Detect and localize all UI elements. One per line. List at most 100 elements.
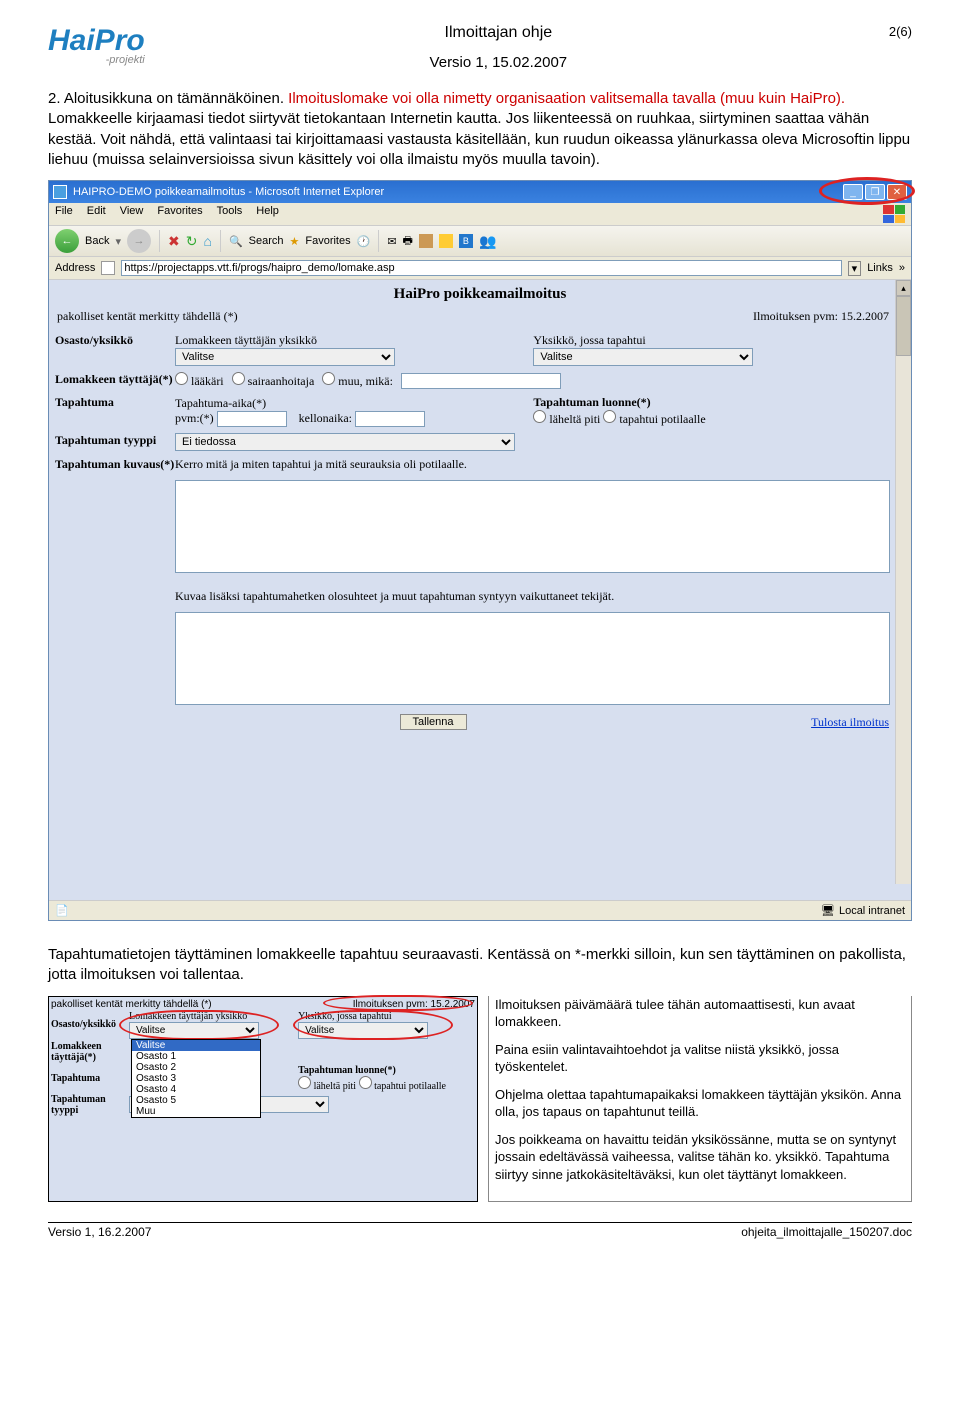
save-button[interactable]: Tallenna bbox=[400, 714, 467, 730]
section2-paragraph: Tapahtumatietojen täyttäminen lomakkeell… bbox=[48, 945, 912, 986]
browser-toolbar: ← Back ▾ → ✖ ↻ ⌂ 🔍 Search ★ Favorites 🕐 … bbox=[49, 226, 911, 257]
pvm-label: pvm:(*) bbox=[175, 411, 214, 425]
kello-input[interactable] bbox=[355, 411, 425, 427]
history-icon[interactable]: 🕐 bbox=[357, 235, 371, 248]
tayttaja-label: Lomakkeen täyttäjä(*) bbox=[55, 372, 175, 387]
menu-edit[interactable]: Edit bbox=[87, 205, 106, 223]
osasto-sub1-label: Lomakkeen täyttäjän yksikkö bbox=[175, 333, 317, 347]
screenshot-detail: pakolliset kentät merkitty tähdellä (*) … bbox=[48, 996, 478, 1203]
dd-item-6[interactable]: Muu bbox=[132, 1106, 260, 1117]
kuvaus-textarea-1[interactable] bbox=[175, 480, 890, 573]
close-button[interactable]: ✕ bbox=[887, 184, 907, 200]
ss2-select-2[interactable]: Valitse bbox=[298, 1022, 428, 1039]
url-input[interactable] bbox=[121, 260, 841, 276]
luonne-label: Tapahtuman luonne(*) bbox=[533, 395, 650, 409]
dd-item-5[interactable]: Osasto 5 bbox=[132, 1095, 260, 1106]
tap-aika-label: Tapahtuma-aika(*) bbox=[175, 396, 266, 410]
ss2-tayttaja: Lomakkeen täyttäjä(*) bbox=[51, 1041, 129, 1063]
ss2-radio-potilaalle[interactable] bbox=[359, 1076, 372, 1089]
dd-item-2[interactable]: Osasto 2 bbox=[132, 1062, 260, 1073]
tyyppi-select[interactable]: Ei tiedossa bbox=[175, 433, 515, 451]
side-p1: Ilmoituksen päivämäärä tulee tähän autom… bbox=[495, 996, 907, 1031]
refresh-icon[interactable]: ↻ bbox=[186, 233, 198, 250]
footer-left: Versio 1, 16.2.2007 bbox=[48, 1225, 151, 1239]
scroll-up-icon[interactable]: ▴ bbox=[896, 280, 911, 296]
ss2-sub2: Yksikkö, jossa tapahtui bbox=[298, 1011, 392, 1022]
minimize-button[interactable]: _ bbox=[843, 184, 863, 200]
print-icon[interactable]: 🖶 bbox=[403, 232, 413, 251]
osasto-label: Osasto/yksikkö bbox=[55, 333, 175, 348]
kuvaus2-hint: Kuvaa lisäksi tapahtumahetken olosuhteet… bbox=[175, 589, 905, 604]
toolbar-icon[interactable] bbox=[419, 234, 433, 248]
muu-input[interactable] bbox=[401, 373, 561, 389]
radio-laakari[interactable]: lääkäri bbox=[175, 372, 224, 389]
radio-potilaalle[interactable]: tapahtui potilaalle bbox=[603, 412, 705, 426]
pvm-input[interactable] bbox=[217, 411, 287, 427]
kuvaus-textarea-2[interactable] bbox=[175, 612, 890, 705]
side-p2: Paina esiin valintavaihtoehdot ja valits… bbox=[495, 1041, 907, 1076]
window-title: HAIPRO-DEMO poikkeamailmoitus - Microsof… bbox=[73, 186, 384, 198]
stop-icon[interactable]: ✖ bbox=[168, 233, 180, 250]
favorites-icon[interactable]: ★ bbox=[290, 235, 300, 248]
search-icon[interactable]: 🔍 bbox=[229, 235, 243, 248]
go-dropdown-icon[interactable]: ▾ bbox=[848, 261, 862, 276]
osasto-select-2[interactable]: Valitse bbox=[533, 348, 753, 366]
ss2-luonne: Tapahtuman luonne(*) bbox=[298, 1065, 396, 1076]
page-version: Versio 1, 15.02.2007 bbox=[145, 54, 852, 71]
ss2-select-1[interactable]: Valitse bbox=[129, 1022, 259, 1039]
address-bar: Address ▾ Links » bbox=[49, 257, 911, 280]
menu-favorites[interactable]: Favorites bbox=[157, 205, 202, 223]
ss2-date: Ilmoituksen pvm: 15.2.2007 bbox=[353, 999, 475, 1010]
dd-item-3[interactable]: Osasto 3 bbox=[132, 1073, 260, 1084]
radio-lahelta[interactable]: läheltä piti bbox=[533, 412, 600, 426]
document-footer: Versio 1, 16.2.2007 ohjeita_ilmoittajall… bbox=[48, 1222, 912, 1239]
links-label[interactable]: Links bbox=[867, 262, 893, 274]
osasto-select-1[interactable]: Valitse bbox=[175, 348, 395, 366]
ss2-osasto-label: Osasto/yksikkö bbox=[51, 1019, 129, 1030]
page-number: 2(6) bbox=[852, 24, 912, 39]
ss2-tapahtuma: Tapahtuma bbox=[51, 1073, 129, 1084]
dropdown-list[interactable]: Valitse Osasto 1 Osasto 2 Osasto 3 Osast… bbox=[131, 1039, 261, 1118]
menu-view[interactable]: View bbox=[120, 205, 144, 223]
kuvaus-hint: Kerro mitä ja miten tapahtui ja mitä seu… bbox=[175, 457, 905, 472]
mail-icon[interactable]: ✉ bbox=[387, 235, 396, 248]
logo: HaiPro -projekti bbox=[48, 24, 145, 66]
ss2-tyyppi: Tapahtuman tyyppi bbox=[51, 1094, 129, 1116]
form-title: HaiPro poikkeamailmoitus bbox=[55, 286, 905, 303]
browser-window: HAIPRO-DEMO poikkeamailmoitus - Microsof… bbox=[48, 180, 912, 921]
kello-label: kellonaika: bbox=[299, 411, 352, 425]
zone-icon: 🖥 bbox=[821, 904, 835, 917]
back-button[interactable]: ← bbox=[55, 229, 79, 253]
dd-item-4[interactable]: Osasto 4 bbox=[132, 1084, 260, 1095]
windows-flag-icon bbox=[883, 205, 905, 223]
back-label: Back bbox=[85, 235, 109, 247]
bluetooth-icon[interactable]: B bbox=[459, 234, 473, 248]
address-label: Address bbox=[55, 262, 95, 274]
intro-rest: Lomakkeelle kirjaamasi tiedot siirtyvät … bbox=[48, 110, 910, 168]
menu-file[interactable]: File bbox=[55, 205, 73, 223]
document-header: HaiPro -projekti Ilmoittajan ohje Versio… bbox=[48, 24, 912, 71]
forward-button[interactable]: → bbox=[127, 229, 151, 253]
vertical-scrollbar[interactable]: ▴ bbox=[895, 280, 911, 884]
ss2-radio-lahelta[interactable] bbox=[298, 1076, 311, 1089]
zone-label: Local intranet bbox=[839, 905, 905, 917]
section2-columns: pakolliset kentät merkitty tähdellä (*) … bbox=[48, 996, 912, 1203]
dd-item-0[interactable]: Valitse bbox=[132, 1040, 260, 1051]
page-content: ▴ HaiPro poikkeamailmoitus pakolliset ke… bbox=[49, 280, 911, 900]
messenger-icon[interactable]: 👥 bbox=[479, 233, 496, 250]
browser-titlebar: HAIPRO-DEMO poikkeamailmoitus - Microsof… bbox=[49, 181, 911, 203]
dd-item-1[interactable]: Osasto 1 bbox=[132, 1051, 260, 1062]
page-icon bbox=[101, 261, 115, 275]
home-icon[interactable]: ⌂ bbox=[203, 233, 211, 249]
footer-right: ohjeita_ilmoittajalle_150207.doc bbox=[741, 1225, 912, 1239]
toolbar-icon-2[interactable] bbox=[439, 234, 453, 248]
form-date: Ilmoituksen pvm: 15.2.2007 bbox=[753, 309, 889, 324]
menu-help[interactable]: Help bbox=[256, 205, 279, 223]
print-link[interactable]: Tulosta ilmoitus bbox=[811, 715, 889, 730]
radio-sairaanhoitaja[interactable]: sairaanhoitaja bbox=[232, 372, 315, 389]
logo-subtext: -projekti bbox=[48, 54, 145, 66]
scroll-thumb[interactable] bbox=[896, 296, 911, 356]
maximize-button[interactable]: ❐ bbox=[865, 184, 885, 200]
menu-tools[interactable]: Tools bbox=[217, 205, 243, 223]
radio-muu[interactable]: muu, mikä: bbox=[322, 372, 393, 389]
